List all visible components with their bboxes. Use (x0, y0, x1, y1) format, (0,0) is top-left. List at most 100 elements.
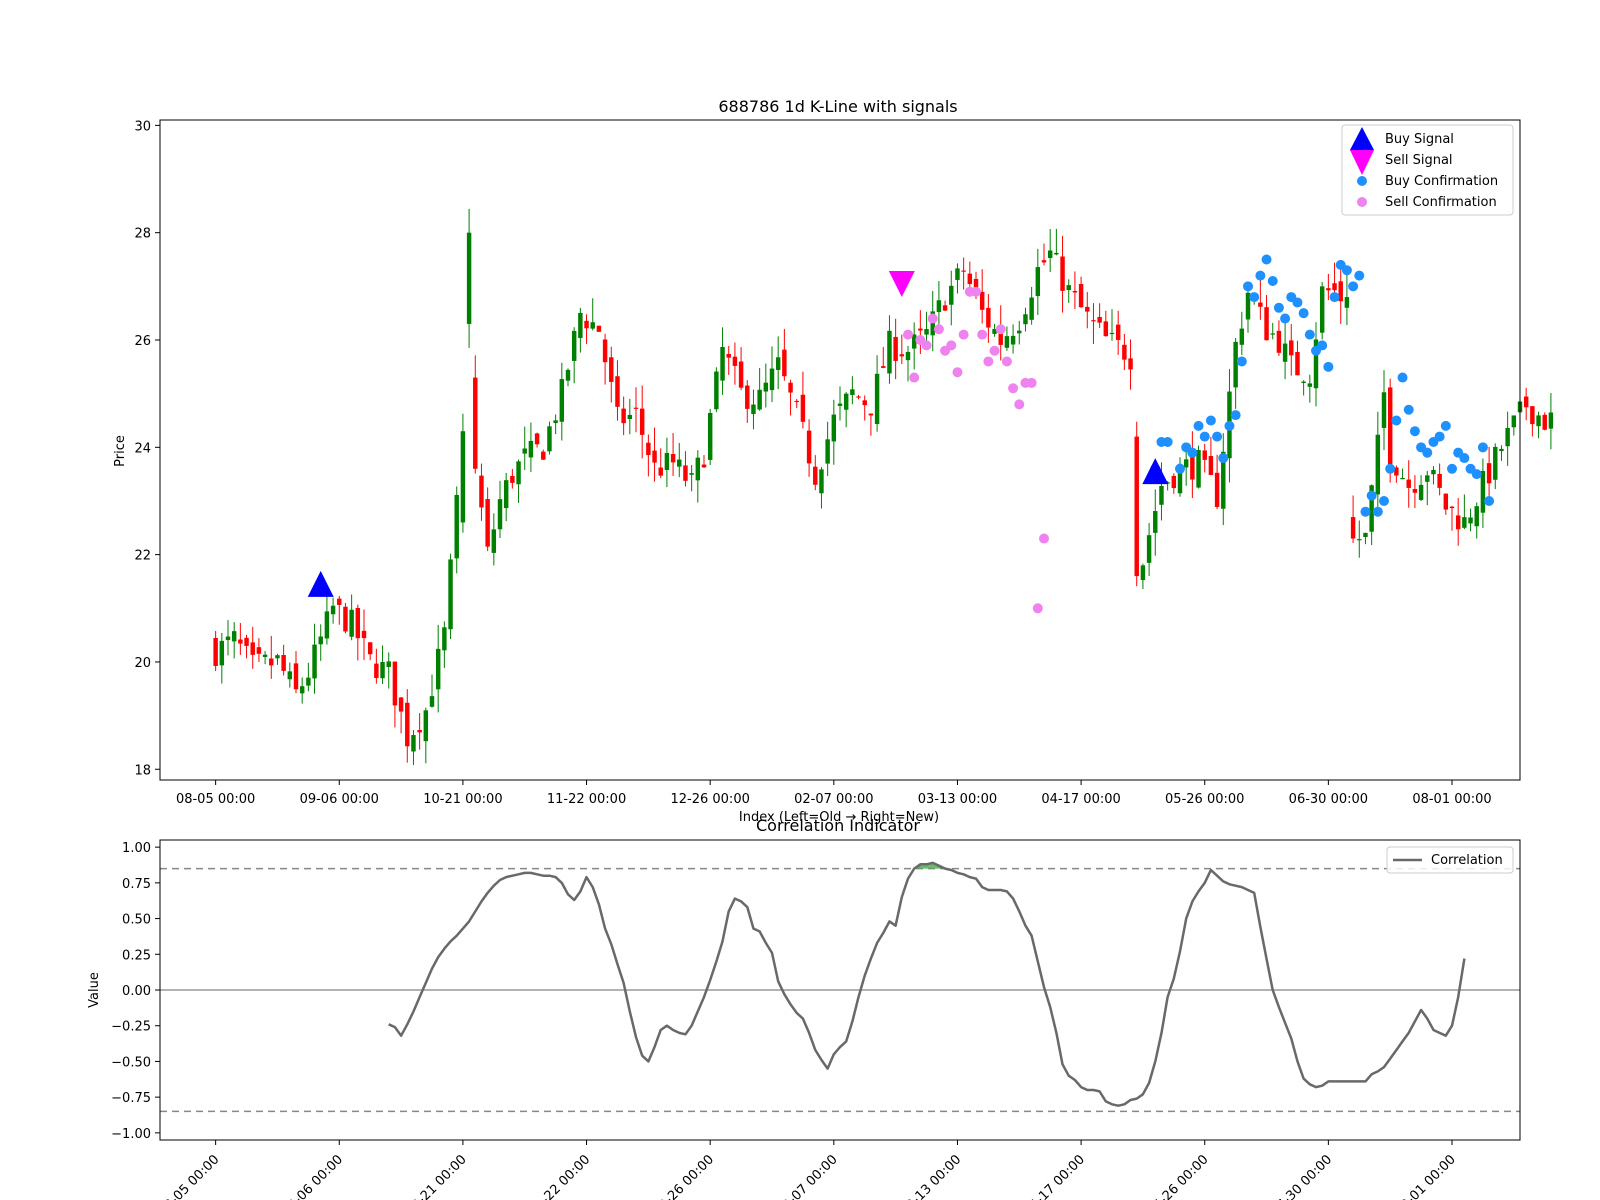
correlation-y-tick-label: 0.25 (122, 948, 151, 963)
candle-body-up (769, 368, 775, 391)
candle-body-down (800, 394, 806, 422)
correlation-y-ticks: −1.00 −0.75 −0.50 −0.25 0.00 0.25 0.50 0.75 1.00 (111, 841, 160, 1142)
candle-body-down (398, 697, 404, 712)
buy-confirmation-marker (1243, 281, 1253, 292)
candle-body-down (1097, 316, 1102, 323)
candle-body-down (213, 637, 218, 666)
correlation-x-tick-label: 11-22 00:00 (527, 1152, 594, 1200)
candle-body-down (281, 655, 286, 671)
candle-body-up (231, 631, 237, 642)
buy-confirmation-marker (1459, 453, 1470, 464)
candle-body-up (380, 661, 385, 679)
candle-body-up (1344, 297, 1350, 308)
candle-body-down (893, 336, 898, 361)
correlation-lines (160, 861, 1520, 1113)
candle-body-up (349, 609, 354, 637)
candle-body-down (1122, 344, 1127, 360)
correlation-series-line (388, 861, 1466, 1107)
correlation-x-tick-label: 05-26 00:00 (1145, 1152, 1212, 1200)
candle-body-up (262, 654, 268, 657)
buy-confirmation-marker (1409, 426, 1420, 437)
candle-body-down (1134, 436, 1139, 577)
candle-body-up (905, 351, 911, 361)
correlation-y-tick-label: 0.00 (122, 984, 151, 999)
candle-body-up (565, 369, 571, 381)
candle-body-up (843, 393, 849, 410)
candle-body-up (225, 636, 231, 641)
candle-body-up (516, 461, 521, 485)
sell-confirmation-marker (977, 329, 988, 340)
candle-body-up (306, 677, 311, 686)
kline-y-tick-label: 18 (134, 763, 151, 778)
candle-body-down (1289, 340, 1294, 356)
sell-confirmation-marker (927, 313, 938, 324)
candle-body-up (491, 529, 497, 553)
candle-body-up (1183, 459, 1189, 468)
candle-body-down (1072, 291, 1078, 293)
buy-confirmation-marker (1348, 281, 1359, 292)
buy-confirmation-marker (1447, 463, 1457, 474)
candle-body-down (639, 408, 645, 435)
candle-body-up (1400, 477, 1405, 480)
candle-body-up (1196, 450, 1201, 488)
candle-body-up (275, 655, 280, 659)
correlation-legend-label: Correlation (1431, 853, 1503, 868)
buy-confirmation-marker (1440, 420, 1451, 431)
candle-body-up (1505, 427, 1510, 447)
candle-body-up (1282, 343, 1288, 362)
sell-confirmation-marker (952, 367, 963, 378)
candle-body-up (578, 312, 583, 339)
kline-x-tick-label: 05-26 00:00 (1165, 792, 1244, 807)
candle-body-down (1208, 455, 1214, 475)
candle-body-down (794, 400, 799, 403)
correlation-y-tick-label: 0.50 (122, 913, 151, 928)
buy-confirmation-marker (1249, 292, 1260, 303)
candle-body-up (1536, 415, 1541, 427)
candle-body-up (1066, 285, 1071, 291)
candle-body-down (1530, 406, 1535, 425)
candle-body-down (1387, 387, 1393, 466)
candle-body-up (454, 494, 459, 559)
buy-confirmation-marker (1323, 361, 1334, 372)
candle-body-up (1499, 448, 1504, 452)
kline-x-tick-label: 08-01 00:00 (1412, 792, 1491, 807)
kline-x-tick-label: 04-17 00:00 (1041, 792, 1120, 807)
kline-signals (307, 270, 1169, 597)
candle-body-down (244, 637, 249, 646)
buy-confirmation-marker (1403, 404, 1414, 415)
candle-body-down (1455, 515, 1461, 530)
kline-x-tick-label: 02-07 00:00 (794, 792, 873, 807)
kline-y-tick-label: 20 (134, 656, 151, 671)
candle-body-down (1171, 475, 1177, 489)
legend-sell-confirmation-marker (1357, 197, 1367, 207)
candle-body-up (547, 426, 552, 452)
candle-body-up (503, 480, 509, 509)
candle-body-down (510, 475, 515, 483)
candle-body-up (689, 473, 694, 475)
sell-confirmation-marker (971, 286, 981, 297)
candle-body-down (633, 407, 639, 409)
candle-body-down (1542, 414, 1547, 430)
candle-body-down (745, 385, 750, 409)
candle-body-up (497, 499, 503, 530)
candle-body-up (1480, 470, 1486, 513)
candle-body-up (442, 627, 447, 651)
candle-body-up (1140, 565, 1146, 581)
candle-body-down (806, 430, 812, 464)
candle-body-up (949, 285, 954, 305)
candle-body-down (293, 663, 299, 690)
candle-body-down (788, 382, 793, 393)
candle-body-up (1159, 485, 1164, 505)
buy-confirmation-marker (1218, 453, 1229, 464)
candle-body-down (813, 466, 818, 485)
candle-body-down (343, 606, 348, 632)
candle-body-down (738, 361, 744, 388)
candle-body-up (330, 605, 336, 615)
legend-buy-signal-label: Buy Signal (1385, 132, 1454, 147)
candle-body-down (1060, 256, 1065, 291)
buy-confirmation-marker (1261, 254, 1272, 265)
candle-body-down (250, 642, 255, 655)
candle-body-up (448, 559, 453, 630)
candle-body-down (1486, 463, 1492, 484)
candle-body-up (887, 330, 892, 374)
